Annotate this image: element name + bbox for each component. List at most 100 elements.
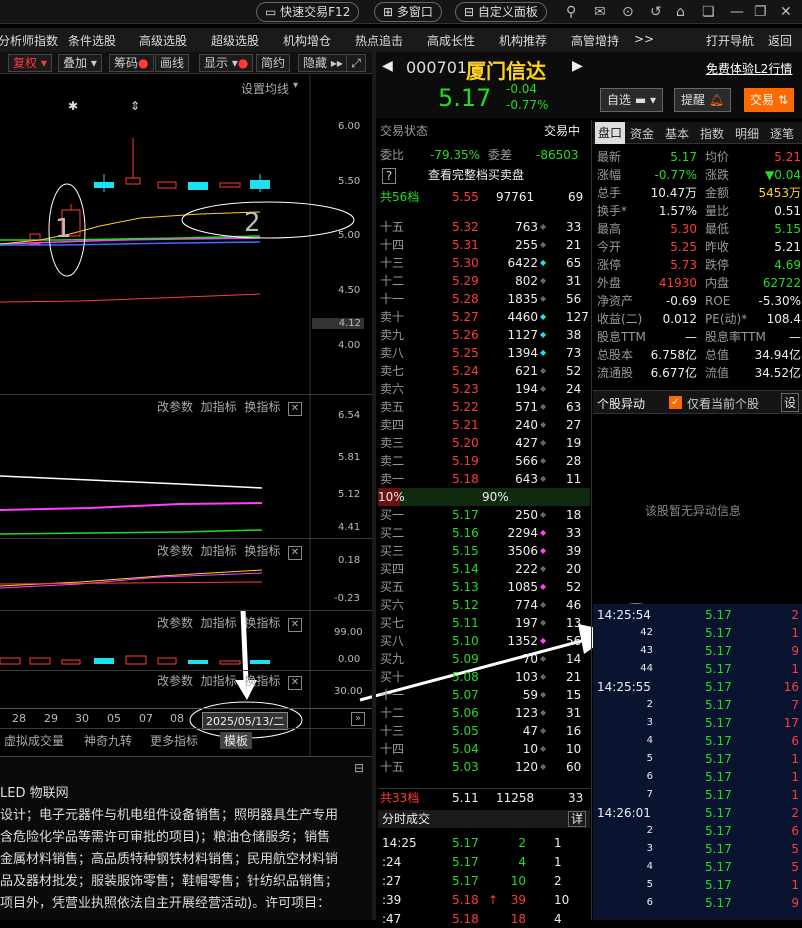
tick-time: 5 [646,753,653,764]
tab-index[interactable]: 指数 [700,125,724,142]
ind3-header: 改参数 加指标 换指标 ✕ [157,614,302,632]
tick-time: 2 [646,825,653,836]
simple-button[interactable]: 简约 [256,54,291,72]
menu-inst-increase[interactable]: 机构增仓 [283,32,331,49]
buy-count: 18 [566,508,582,522]
target-icon[interactable]: ⊙ [622,3,634,21]
checkbox-checked-icon[interactable]: ✓ [669,396,682,409]
quick-trade-button[interactable]: ▭ 快速交易F12 [256,2,360,22]
anomaly-settings-button[interactable]: 设 [781,393,800,412]
sell-count: 27 [566,418,582,432]
pankou-label: PE(动)* [705,312,748,326]
shirt-icon[interactable]: ⌂ [676,3,685,21]
tab-virtual-volume[interactable]: 虚拟成交量 [4,732,64,749]
menu-hotspot[interactable]: 热点追击 [355,32,403,49]
close-icon[interactable]: ✕ [287,402,302,416]
tab-detail[interactable]: 明细 [735,125,759,142]
menu-open-nav[interactable]: 打开导航 [706,32,754,49]
restore-rights-button[interactable]: 复权 ▾ [8,54,52,72]
tick-volume: 1 [791,878,799,892]
edit-params-link[interactable]: 改参数 [157,400,193,414]
menu-condition-pick[interactable]: 条件选股 [68,32,116,49]
swap-indicator-link[interactable]: 换指标 [244,544,280,558]
buy-count: 14 [566,652,582,666]
pankou-value: — [789,330,801,344]
add-indicator-link[interactable]: 加指标 [201,400,237,414]
add-indicator-link[interactable]: 加指标 [201,616,237,630]
tab-funds[interactable]: 资金 [630,125,654,142]
menu-advanced-pick[interactable]: 高级选股 [139,32,187,49]
add-indicator-link[interactable]: 加指标 [201,674,237,688]
tab-magic-nine[interactable]: 神奇九转 [84,732,132,749]
sell-count: 24 [566,382,582,396]
next-stock-icon[interactable]: ▶ [572,58,583,74]
close-icon[interactable]: ✕ [780,3,792,21]
overlay-button[interactable]: 叠加 ▾ [58,54,102,72]
pankou-row: 涨幅 -0.77% 涨跌 ▼0.04 [595,166,802,184]
buy-count: 15 [566,688,582,702]
menu-back[interactable]: 返回 [768,32,792,49]
close-icon[interactable]: ✕ [287,618,302,632]
level-label: 卖七 [380,364,405,378]
tab-pankou[interactable]: 盘口 [595,122,626,144]
draw-line-button[interactable]: 画线 [155,54,190,72]
menu-inst-recommend[interactable]: 机构推荐 [499,32,547,49]
tab-basic[interactable]: 基本 [665,125,689,142]
pankou-row: 收益(二) 0.012 PE(动)* 108.4 [595,310,802,328]
tab-tick-by-tick[interactable]: 逐笔 [770,125,794,142]
sell-row: 卖五 5.22 571 ◆ 63 [378,398,590,416]
bookmark-icon[interactable]: ❏ [702,3,715,21]
close-icon[interactable]: ✕ [287,546,302,560]
swap-indicator-link[interactable]: 换指标 [244,674,280,688]
undo-icon[interactable]: ↺ [650,3,662,21]
trade-button[interactable]: 交易 ⇅ [744,88,794,112]
add-indicator-link[interactable]: 加指标 [201,544,237,558]
pankou-label: 量比 [705,204,730,218]
edit-params-link[interactable]: 改参数 [157,544,193,558]
alert-button[interactable]: 提醒 🔔︎ [674,88,732,112]
ind3-bar [219,660,241,665]
menu-high-growth[interactable]: 高成长性 [427,32,475,49]
custom-panel-button[interactable]: ⊟ 自定义面板 [455,2,547,22]
display-button[interactable]: 显示 ▾● [199,54,254,72]
menu-analyst-index[interactable]: 分析师指数 [0,32,58,49]
watchlist-button[interactable]: 自选 ▬ ▾ [600,88,664,112]
detail-button[interactable]: 详 [568,811,587,827]
user-icon[interactable]: ⚲ [566,3,576,21]
collapse-icon[interactable]: ⊟ [354,761,364,775]
tab-more-indicators[interactable]: 更多指标 [150,732,198,749]
help-icon[interactable]: ? [382,168,396,184]
free-l2-link[interactable]: 免费体验L2行情 [706,60,792,77]
chips-button[interactable]: 筹码● [109,54,154,72]
scroll-right-icon[interactable]: » [351,712,365,726]
tab-template[interactable]: 模板 [220,732,253,749]
edit-params-link[interactable]: 改参数 [157,674,193,688]
mail-icon[interactable]: ✉ [594,3,606,21]
full-orderbook-link[interactable]: 查看完整档买卖盘 [428,166,524,184]
swap-indicator-link[interactable]: 换指标 [244,616,280,630]
close-icon[interactable]: ✕ [287,676,302,690]
restore-icon[interactable]: ❐ [754,3,767,21]
event-marker-icon[interactable]: ✱ [68,99,78,113]
level-label: 十二 [380,706,405,720]
level-label: 买四 [380,562,405,576]
multi-window-button[interactable]: ⊞ 多窗口 [374,2,442,22]
ind1-line-green [0,529,263,535]
tick-row: 5 5.17 1 [595,750,802,768]
tick-row: 4 5.17 5 [595,858,802,876]
menu-exec-increase[interactable]: 高管增持 [571,32,619,49]
hide-button[interactable]: 隐藏 ▸▸ [298,54,348,72]
minimize-icon[interactable]: — [730,3,744,21]
right-tabs: 盘口 资金 基本 指数 明细 逐笔 [593,122,802,144]
event-marker-icon[interactable]: ⇕ [130,99,140,113]
pankou-row: 流通股 6.677亿 流值 34.52亿 [595,364,802,382]
menu-super-pick[interactable]: 超级选股 [211,32,259,49]
company-line: 品及器材批发；服装服饰零售；鞋帽零售；针纺织品销售； [0,874,339,889]
buy-price: 5.03 [452,760,479,774]
menu-more[interactable]: >> [634,32,654,46]
swap-indicator-link[interactable]: 换指标 [244,400,280,414]
fullscreen-icon[interactable]: ⤢ [346,54,366,72]
ind3-bar [250,660,270,664]
edit-params-link[interactable]: 改参数 [157,616,193,630]
prev-stock-icon[interactable]: ◀ [382,58,393,74]
